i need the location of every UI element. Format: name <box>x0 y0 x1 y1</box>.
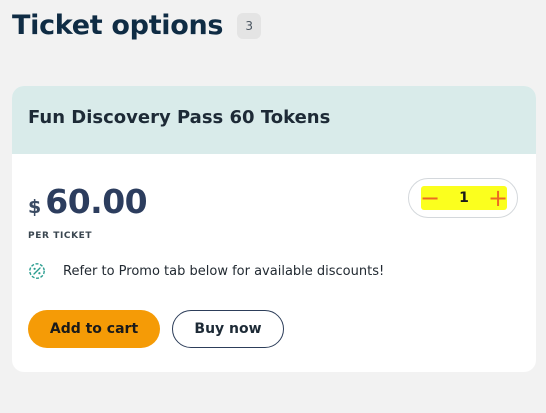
discount-percent-icon <box>28 262 46 280</box>
promo-text: Refer to Promo tab below for available d… <box>63 263 385 279</box>
ticket-name: Fun Discovery Pass 60 Tokens <box>28 107 331 128</box>
quantity-stepper[interactable]: − 1 + <box>408 178 518 218</box>
ticket-card-header: Fun Discovery Pass 60 Tokens <box>12 86 536 154</box>
quantity-value[interactable]: 1 <box>449 183 479 213</box>
page-title: Ticket options <box>12 10 224 41</box>
add-to-cart-button[interactable]: Add to cart <box>28 310 160 348</box>
price-unit-label: PER TICKET <box>28 231 93 241</box>
section-header: Ticket options 3 <box>12 10 262 41</box>
increment-button[interactable]: + <box>487 183 509 213</box>
promo-notice: Refer to Promo tab below for available d… <box>28 262 384 280</box>
buy-now-button[interactable]: Buy now <box>172 310 284 348</box>
price-amount: 60.00 <box>45 182 148 221</box>
currency-symbol: $ <box>28 196 42 218</box>
ticket-card: Fun Discovery Pass 60 Tokens $ 60.00 PER… <box>12 86 536 372</box>
decrement-button[interactable]: − <box>419 183 441 213</box>
price-display: $ 60.00 <box>28 182 148 221</box>
ticket-options-page: Ticket options 3 Fun Discovery Pass 60 T… <box>0 0 546 413</box>
ticket-count-badge: 3 <box>237 12 262 39</box>
